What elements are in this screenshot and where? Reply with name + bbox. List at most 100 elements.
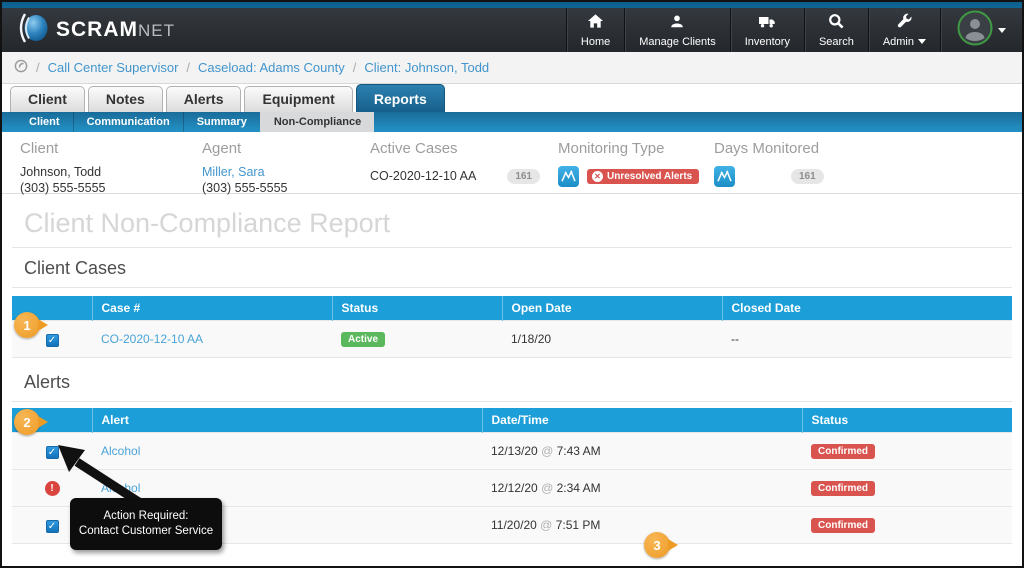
tooltip-line-2: Contact Customer Service: [78, 525, 214, 537]
client-cases-heading: Client Cases: [24, 258, 127, 278]
client-label: Client: [20, 140, 59, 157]
status-column-header: Status: [331, 296, 502, 321]
wrench-icon: [896, 13, 912, 34]
annotation-step-3: 3: [644, 532, 678, 558]
subtab-client[interactable]: Client: [16, 112, 73, 132]
active-case-number: CO-2020-12-10 AA: [370, 169, 477, 183]
page-title: Client Non-Compliance Report: [24, 208, 391, 238]
breadcrumb-separator: /: [36, 60, 40, 75]
tab-alerts[interactable]: Alerts: [165, 86, 242, 112]
status-badge: Confirmed: [811, 444, 875, 459]
action-required-tooltip: Action Required: Contact Customer Servic…: [70, 498, 222, 550]
client-cases-header-row: Case # Status Open Date Closed Date: [12, 296, 1012, 321]
alert-date: 12/12/20: [491, 481, 538, 495]
alerts-heading: Alerts: [24, 372, 71, 392]
client-name: Johnson, Todd: [20, 165, 102, 179]
annotation-step-2: 2: [14, 409, 48, 435]
client-info-bar: Client Johnson, Todd (303) 555-5555 Agen…: [2, 132, 1022, 195]
brand-secondary: NET: [138, 21, 175, 40]
subtab-communication[interactable]: Communication: [72, 112, 183, 132]
closed-date-column-header: Closed Date: [721, 296, 1012, 321]
agent-label: Agent: [202, 140, 242, 157]
table-row: CO-2020-12-10 AA Active 1/18/20 --: [12, 320, 1012, 358]
tab-notes[interactable]: Notes: [87, 86, 163, 112]
alert-date: 12/13/20: [491, 444, 538, 458]
subtab-non-compliance[interactable]: Non-Compliance: [259, 112, 375, 132]
cam-monitoring-icon: [558, 166, 579, 187]
scram-swoosh-icon: [16, 11, 50, 50]
alert-time: 7:51 PM: [555, 518, 601, 532]
agent-name-link[interactable]: Miller, Sara: [202, 164, 370, 180]
client-cases-table: Case # Status Open Date Closed Date CO-2…: [12, 296, 1012, 358]
status-badge: Active: [341, 332, 386, 347]
report-subtabs: Client Communication Summary Non-Complia…: [2, 112, 1022, 132]
truck-icon: [758, 13, 776, 34]
cam-monitoring-icon: [714, 166, 735, 187]
case-select-checkbox[interactable]: [45, 333, 59, 347]
nav-inventory[interactable]: Inventory: [729, 8, 804, 52]
table-row: Alcohol 12/13/20 @ 7:43 AM Confirmed: [12, 432, 1012, 470]
tab-client[interactable]: Client: [10, 86, 85, 112]
circle-x-icon: ✕: [592, 171, 603, 182]
monitoring-type-label: Monitoring Type: [558, 140, 665, 157]
alert-date: 11/20/20: [491, 518, 537, 532]
alert-time: 2:34 AM: [556, 481, 601, 495]
app-window: SCRAMNET Home Manage Clients Inventory S…: [0, 0, 1024, 568]
at-separator: @: [541, 481, 554, 495]
avatar: [957, 10, 993, 51]
agent-phone: (303) 555-5555: [202, 181, 288, 195]
home-icon: [587, 13, 604, 34]
user-menu[interactable]: [940, 8, 1022, 52]
days-monitored-label: Days Monitored: [714, 140, 820, 157]
alert-time: 7:43 AM: [556, 444, 601, 458]
nav-home[interactable]: Home: [565, 8, 624, 52]
status-column-header: Status: [801, 408, 1012, 433]
open-date-column-header: Open Date: [501, 296, 722, 321]
breadcrumb-home-icon[interactable]: [14, 59, 28, 76]
main-tabs: Client Notes Alerts Equipment Reports: [2, 84, 1022, 112]
search-icon: [828, 13, 844, 34]
at-separator: @: [540, 518, 553, 532]
tab-reports[interactable]: Reports: [355, 84, 445, 112]
breadcrumb-separator: /: [186, 60, 191, 75]
chevron-down-icon: [918, 39, 926, 44]
client-phone: (303) 555-5555: [20, 181, 106, 195]
unresolved-alerts-label: Unresolved Alerts: [607, 171, 693, 182]
closed-date-value: --: [731, 332, 739, 346]
breadcrumb: / Call Center Supervisor / Caseload: Ada…: [2, 52, 1022, 84]
breadcrumb-separator: /: [352, 60, 357, 75]
case-number-column-header: Case #: [91, 296, 332, 321]
annotation-step-1: 1: [14, 312, 48, 338]
breadcrumb-link-client[interactable]: Client: Johnson, Todd: [364, 60, 489, 75]
unresolved-alerts-badge: ✕ Unresolved Alerts: [587, 169, 700, 184]
brand-primary: SCRAM: [56, 18, 138, 41]
alerts-header-row: Alert Date/Time Status: [12, 408, 1012, 433]
status-badge: Confirmed: [811, 481, 875, 496]
nav-manage-clients-label: Manage Clients: [639, 35, 716, 48]
nav-search[interactable]: Search: [803, 8, 868, 52]
nav-search-label: Search: [818, 35, 854, 48]
nav-admin[interactable]: Admin: [867, 8, 940, 52]
tooltip-line-1: Action Required:: [103, 510, 189, 522]
subtab-summary[interactable]: Summary: [182, 112, 260, 132]
alert-column-header: Alert: [91, 408, 482, 433]
nav-admin-label: Admin: [882, 35, 914, 48]
brand-logo[interactable]: SCRAMNET: [2, 8, 175, 52]
status-badge: Confirmed: [811, 518, 875, 533]
breadcrumb-link-supervisor[interactable]: Call Center Supervisor: [48, 60, 179, 75]
at-separator: @: [541, 444, 554, 458]
active-cases-label: Active Cases: [370, 140, 458, 157]
top-navbar: SCRAMNET Home Manage Clients Inventory S…: [2, 8, 1022, 52]
nav-home-label: Home: [580, 35, 611, 48]
nav-items: Home Manage Clients Inventory Search Adm…: [565, 8, 1022, 52]
case-number-link[interactable]: CO-2020-12-10 AA: [101, 332, 203, 346]
datetime-column-header: Date/Time: [481, 408, 802, 433]
alert-select-checkbox[interactable]: [45, 519, 59, 533]
breadcrumb-link-caseload[interactable]: Caseload: Adams County: [198, 60, 345, 75]
tab-equipment[interactable]: Equipment: [244, 86, 353, 112]
chevron-down-icon: [998, 27, 1006, 33]
nav-inventory-label: Inventory: [744, 35, 790, 48]
days-monitored-count-badge: 161: [791, 169, 824, 184]
person-icon: [669, 13, 685, 34]
nav-manage-clients[interactable]: Manage Clients: [624, 8, 729, 52]
